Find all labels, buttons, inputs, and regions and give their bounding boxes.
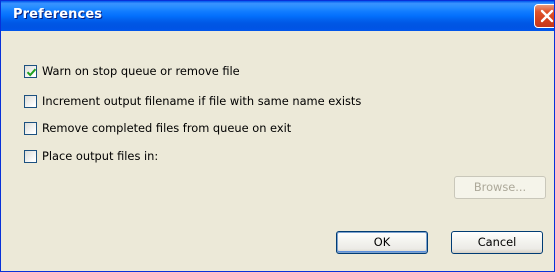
title-bar[interactable]: Preferences (1, 1, 554, 31)
checkmark-icon (26, 68, 37, 76)
warn-on-stop-label: Warn on stop queue or remove file (42, 64, 240, 78)
option-warn-on-stop[interactable]: Warn on stop queue or remove file (24, 63, 240, 79)
warn-on-stop-checkbox[interactable] (24, 64, 37, 78)
increment-filename-label: Increment output filename if file with s… (42, 94, 362, 108)
window-title: Preferences (13, 7, 103, 22)
increment-filename-checkbox[interactable] (24, 94, 37, 108)
place-output-checkbox[interactable] (24, 149, 37, 163)
preferences-dialog: Preferences Warn on stop queue or remove… (0, 0, 555, 272)
place-output-label: Place output files in: (42, 149, 159, 163)
cancel-button[interactable]: Cancel (451, 231, 543, 254)
option-increment-filename[interactable]: Increment output filename if file with s… (24, 93, 361, 109)
option-remove-completed[interactable]: Remove completed files from queue on exi… (24, 120, 291, 136)
remove-completed-checkbox[interactable] (24, 121, 37, 135)
close-button[interactable] (534, 4, 554, 28)
browse-button[interactable]: Browse... (454, 176, 546, 199)
ok-button[interactable]: OK (336, 231, 428, 254)
remove-completed-label: Remove completed files from queue on exi… (42, 121, 292, 135)
option-place-output[interactable]: Place output files in: (24, 148, 158, 164)
close-icon (540, 9, 554, 23)
